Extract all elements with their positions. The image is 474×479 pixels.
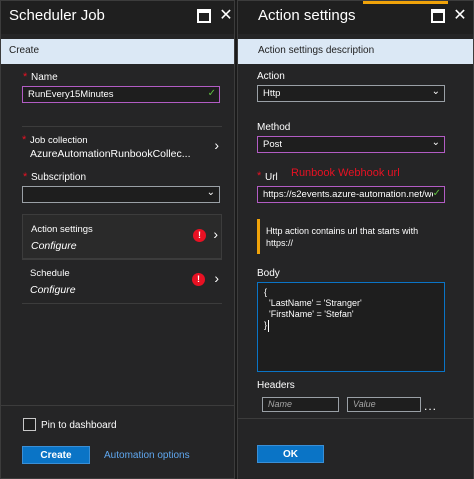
job-collection-value: AzureAutomationRunbookCollec...: [30, 148, 191, 160]
body-line: }: [264, 320, 268, 330]
maximize-icon[interactable]: [431, 9, 445, 23]
chevron-right-icon[interactable]: ›: [214, 270, 219, 286]
info-message: Http action contains url that starts wit…: [257, 219, 445, 254]
blade-subheader: Action settings description: [238, 39, 473, 64]
pin-to-dashboard-checkbox[interactable]: [23, 418, 36, 431]
header-name-input[interactable]: Name: [262, 397, 339, 412]
blade-header: Action settings ✕: [238, 1, 473, 34]
close-icon[interactable]: ✕: [453, 8, 467, 24]
check-icon: ✓: [432, 188, 441, 199]
job-collection-label: Job collection: [30, 135, 88, 146]
more-icon[interactable]: ...: [424, 399, 437, 413]
error-icon: !: [193, 229, 206, 242]
subheader-label: Action settings description: [258, 45, 375, 56]
schedule-title: Schedule: [30, 268, 70, 279]
body-line: 'FirstName' = 'Stefan': [264, 309, 354, 319]
method-label: Method: [257, 122, 291, 133]
action-settings-subtitle: Configure: [31, 240, 77, 252]
body-label: Body: [257, 268, 280, 279]
method-select[interactable]: Post ⌄: [257, 136, 445, 153]
ok-button[interactable]: OK: [257, 445, 324, 463]
body-textarea[interactable]: { 'LastName' = 'Stranger' 'FirstName' = …: [257, 282, 445, 372]
automation-options-link[interactable]: Automation options: [104, 450, 190, 461]
action-settings-row[interactable]: Action settings Configure ! ›: [22, 214, 222, 259]
name-label: Name: [31, 72, 58, 83]
info-text: Http action contains url that starts wit…: [266, 226, 419, 248]
active-indicator: [363, 1, 448, 4]
text-caret: [268, 320, 269, 332]
create-button[interactable]: Create: [22, 446, 90, 464]
job-collection-row[interactable]: * Job collection AzureAutomationRunbookC…: [22, 126, 222, 166]
subheader-label: Create: [9, 45, 40, 56]
close-icon[interactable]: ✕: [219, 8, 233, 24]
chevron-down-icon: ⌄: [431, 137, 440, 148]
chevron-down-icon: ⌄: [431, 86, 440, 97]
required-marker: *: [22, 134, 27, 146]
schedule-subtitle: Configure: [30, 284, 76, 296]
scheduler-job-blade: Scheduler Job ✕ Create * Name RunEvery15…: [0, 0, 235, 479]
check-icon: ✓: [207, 88, 216, 99]
webhook-annotation: Runbook Webhook url: [291, 167, 400, 179]
action-settings-title: Action settings: [31, 224, 93, 235]
name-input[interactable]: RunEvery15Minutes ✓: [22, 86, 220, 103]
url-input[interactable]: https://s2events.azure-automation.net/we…: [257, 186, 445, 203]
blade-subheader: Create: [1, 39, 234, 64]
blade-title: Scheduler Job: [9, 7, 105, 24]
required-marker: *: [23, 171, 28, 183]
header-value-input[interactable]: Value: [347, 397, 421, 412]
action-label: Action: [257, 71, 285, 82]
blade-footer: [1, 405, 234, 478]
method-value: Post: [263, 139, 283, 150]
headers-label: Headers: [257, 380, 295, 391]
action-value: Http: [263, 88, 281, 99]
url-label: Url: [265, 172, 278, 183]
body-line: 'LastName' = 'Stranger': [264, 298, 362, 308]
schedule-row[interactable]: Schedule Configure ! ›: [22, 259, 222, 304]
name-value: RunEvery15Minutes: [28, 89, 114, 100]
body-line: {: [264, 287, 268, 297]
blade-title: Action settings: [258, 7, 356, 24]
blade-header: Scheduler Job ✕: [1, 1, 234, 34]
maximize-icon[interactable]: [197, 9, 211, 23]
pin-to-dashboard-label: Pin to dashboard: [41, 420, 117, 431]
error-icon: !: [192, 273, 205, 286]
url-value: https://s2events.azure-automation.net/we: [263, 189, 437, 200]
subscription-label: Subscription: [31, 172, 87, 183]
required-marker: *: [23, 71, 28, 83]
chevron-down-icon: ⌄: [206, 187, 215, 198]
chevron-right-icon[interactable]: ›: [213, 226, 218, 242]
required-marker: *: [257, 170, 262, 182]
action-select[interactable]: Http ⌄: [257, 85, 445, 102]
subscription-select[interactable]: ⌄: [22, 186, 220, 203]
chevron-right-icon[interactable]: ›: [214, 137, 219, 153]
